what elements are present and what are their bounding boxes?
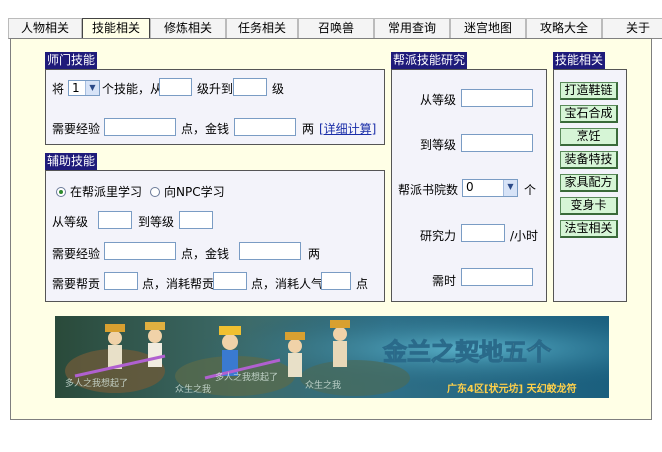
character-figure-5 xyxy=(330,320,350,367)
tab-quests[interactable]: 任务相关 xyxy=(226,18,298,39)
aux-exp-output[interactable] xyxy=(104,242,176,260)
tab-character[interactable]: 人物相关 xyxy=(8,18,82,39)
aux-consume-contrib-label: 点，消耗帮贡 xyxy=(142,277,215,291)
research-power-unit: /小时 xyxy=(510,229,539,243)
master-skill-panel: 师门技能 将 1 ▼ 个技能，从 级升到 级 需要经验 点，金钱 两 [详细计算… xyxy=(45,52,385,145)
aux-contrib-label: 需要帮贡 xyxy=(52,277,101,291)
banner-title: 金兰之契地五个 xyxy=(382,338,552,366)
aux-from-level-input[interactable] xyxy=(98,211,132,229)
aux-consume-pop-output[interactable] xyxy=(321,272,351,290)
skill-count-value: 1 xyxy=(72,81,80,95)
master-prefix: 将 xyxy=(52,82,65,96)
banner-subtitle: 广东4区[状元坊] 天幻蛟龙符 xyxy=(447,382,577,395)
gem-synthesis-button[interactable]: 宝石合成 xyxy=(560,105,618,123)
research-to-label: 到等级 xyxy=(420,138,457,152)
master-money-output[interactable] xyxy=(234,118,296,136)
research-school-unit: 个 xyxy=(524,183,537,197)
radio-learn-from-npc-label: 向NPC学习 xyxy=(164,185,225,199)
character-figure-4 xyxy=(285,332,305,377)
master-to-level-input[interactable] xyxy=(233,78,267,96)
tab-about[interactable]: 关于 xyxy=(602,18,662,39)
radio-learn-in-guild-label: 在帮派里学习 xyxy=(70,185,143,199)
aux-money-unit: 两 xyxy=(308,247,321,261)
tab-pets[interactable]: 召唤兽 xyxy=(298,18,374,39)
research-time-output[interactable] xyxy=(461,268,533,286)
master-suffix: 个技能，从 xyxy=(102,82,163,96)
aux-contrib-output[interactable] xyxy=(104,272,138,290)
master-level-unit: 级 xyxy=(272,82,285,96)
banner-watermark-2: 众生之我 xyxy=(175,383,211,395)
magic-item-button[interactable]: 法宝相关 xyxy=(560,220,618,238)
character-figure-3 xyxy=(219,326,241,376)
banner-art: 多人之我想起了 众生之我 多人之我想起了 众生之我 金兰之契地五个 广东4区[状… xyxy=(55,316,609,398)
research-school-label: 帮派书院数 xyxy=(398,183,459,197)
school-count-value: 0 xyxy=(466,180,474,194)
master-money-unit: 两 xyxy=(302,122,315,136)
skill-count-select[interactable]: 1 ▼ xyxy=(68,80,100,96)
aux-skill-title: 辅助技能 xyxy=(45,153,98,170)
research-power-input[interactable] xyxy=(461,224,505,242)
research-to-level-input[interactable] xyxy=(461,134,533,152)
tab-cultivation[interactable]: 修炼相关 xyxy=(150,18,226,39)
detail-calc-link[interactable]: [详细计算] xyxy=(319,121,376,137)
main-container: 师门技能 将 1 ▼ 个技能，从 级升到 级 需要经验 点，金钱 两 [详细计算… xyxy=(10,38,652,420)
radio-learn-in-guild[interactable] xyxy=(56,187,66,197)
transform-card-button[interactable]: 变身卡 xyxy=(560,197,618,215)
master-money-label: 点，金钱 xyxy=(181,122,230,136)
aux-to-level-input[interactable] xyxy=(179,211,213,229)
aux-to-label: 到等级 xyxy=(138,215,175,229)
game-banner-image: 多人之我想起了 众生之我 多人之我想起了 众生之我 金兰之契地五个 广东4区[状… xyxy=(55,316,609,398)
tab-guides[interactable]: 攻略大全 xyxy=(526,18,602,39)
banner-watermark-1: 多人之我想起了 xyxy=(65,377,128,389)
guild-research-title: 帮派技能研究 xyxy=(391,52,468,69)
banner-watermark-3: 多人之我想起了 xyxy=(215,371,278,383)
aux-money-output[interactable] xyxy=(239,242,301,260)
aux-consume-pop-label: 点，消耗人气 xyxy=(251,277,324,291)
master-exp-output[interactable] xyxy=(104,118,176,136)
character-figure-1 xyxy=(105,324,125,369)
chevron-down-icon[interactable]: ▼ xyxy=(503,180,517,196)
tab-lookup[interactable]: 常用查询 xyxy=(374,18,450,39)
master-level-to-label: 级升到 xyxy=(197,82,234,96)
equipment-skill-button[interactable]: 装备特技 xyxy=(560,151,618,169)
research-time-label: 需时 xyxy=(432,274,457,288)
aux-consume-contrib-output[interactable] xyxy=(213,272,247,290)
cooking-button[interactable]: 烹饪 xyxy=(560,128,618,146)
master-from-level-input[interactable] xyxy=(159,78,192,96)
research-from-level-input[interactable] xyxy=(461,89,533,107)
radio-learn-from-npc[interactable] xyxy=(150,187,160,197)
skill-related-panel: 技能相关 打造鞋链 宝石合成 烹饪 装备特技 家具配方 变身卡 法宝相关 xyxy=(553,52,627,302)
aux-from-label: 从等级 xyxy=(52,215,89,229)
aux-pop-unit: 点 xyxy=(356,277,369,291)
research-power-label: 研究力 xyxy=(420,229,457,243)
skill-related-title: 技能相关 xyxy=(553,52,606,69)
chevron-down-icon[interactable]: ▼ xyxy=(85,81,99,95)
aux-skill-panel: 辅助技能 在帮派里学习 向NPC学习 从等级 到等级 需要经验 点，金钱 两 需… xyxy=(45,153,385,302)
tab-skills[interactable]: 技能相关 xyxy=(82,18,150,39)
tab-maze-map[interactable]: 迷宫地图 xyxy=(450,18,526,39)
research-from-label: 从等级 xyxy=(420,93,457,107)
banner-watermark-4: 众生之我 xyxy=(305,379,341,391)
tab-bar: 人物相关 技能相关 修炼相关 任务相关 召唤兽 常用查询 迷宫地图 攻略大全 关… xyxy=(8,18,662,39)
school-count-select[interactable]: 0 ▼ xyxy=(462,179,518,197)
guild-research-panel: 帮派技能研究 从等级 到等级 帮派书院数 0 ▼ 个 研究力 /小时 需时 xyxy=(391,52,547,302)
master-exp-label: 需要经验 xyxy=(52,122,101,136)
aux-money-label: 点，金钱 xyxy=(181,247,230,261)
forge-chain-button[interactable]: 打造鞋链 xyxy=(560,82,618,100)
master-skill-title: 师门技能 xyxy=(45,52,98,69)
aux-exp-label: 需要经验 xyxy=(52,247,101,261)
furniture-recipe-button[interactable]: 家具配方 xyxy=(560,174,618,192)
